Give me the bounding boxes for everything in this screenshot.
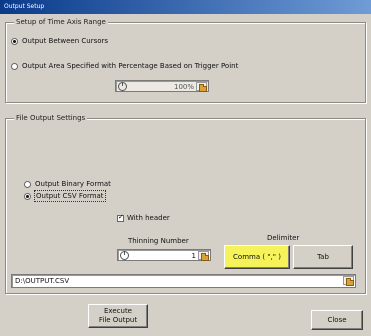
keypad-icon[interactable] xyxy=(198,251,209,261)
time-axis-group: Setup of Time Axis Range Output Between … xyxy=(5,18,366,103)
with-header-checkbox[interactable]: With header xyxy=(117,213,170,223)
radio-output-between-cursors-label: Output Between Cursors xyxy=(22,37,109,45)
execute-line1: Execute xyxy=(104,307,132,315)
radio-output-csv-label: Output CSV Format xyxy=(34,190,106,202)
radio-unselected-icon xyxy=(24,180,31,188)
output-path-field[interactable]: D:\OUTPUT.CSV xyxy=(11,274,356,288)
thinning-number-field[interactable]: 1 xyxy=(117,249,211,261)
keypad-icon[interactable] xyxy=(196,82,207,92)
radio-output-between-cursors[interactable]: Output Between Cursors xyxy=(11,36,108,46)
radio-output-trigger-percentage-label: Output Area Specified with Percentage Ba… xyxy=(22,62,239,70)
output-path-value: D:\OUTPUT.CSV xyxy=(15,277,70,285)
with-header-label: With header xyxy=(127,214,170,222)
radio-output-binary-label: Output Binary Format xyxy=(35,180,111,188)
delimiter-tab-label: Tab xyxy=(317,252,329,261)
radio-unselected-icon xyxy=(11,62,18,70)
radio-selected-icon xyxy=(24,192,31,200)
delimiter-tab-button[interactable]: Tab xyxy=(293,245,353,269)
percentage-field[interactable]: 100% xyxy=(115,80,209,92)
delimiter-comma-button[interactable]: Comma ( "," ) xyxy=(224,245,290,269)
radio-selected-icon xyxy=(11,37,18,45)
percentage-value: 100% xyxy=(173,83,194,91)
time-axis-group-label: Setup of Time Axis Range xyxy=(14,18,108,27)
delimiter-label: Delimiter xyxy=(267,234,300,242)
window-title-bar: Output Setup xyxy=(0,0,371,14)
close-button[interactable]: Close xyxy=(311,310,363,330)
execute-file-output-button[interactable]: Execute File Output xyxy=(88,304,148,328)
file-output-group-label: File Output Settings xyxy=(14,114,88,123)
radio-output-binary-format[interactable]: Output Binary Format xyxy=(24,179,111,189)
thinning-number-value: 1 xyxy=(191,252,196,260)
window-title: Output Setup xyxy=(4,3,45,10)
radio-output-csv-format[interactable]: Output CSV Format xyxy=(24,190,106,202)
radio-output-trigger-percentage[interactable]: Output Area Specified with Percentage Ba… xyxy=(11,61,238,71)
checkbox-checked-icon xyxy=(117,213,124,222)
browse-folder-icon[interactable] xyxy=(343,276,354,286)
output-setup-dialog: Setup of Time Axis Range Output Between … xyxy=(0,14,371,336)
execute-line2: File Output xyxy=(98,316,138,324)
thinning-number-label: Thinning Number xyxy=(128,237,189,245)
jog-dial-icon[interactable] xyxy=(118,82,127,91)
file-output-group: File Output Settings Output Binary Forma… xyxy=(5,114,366,294)
close-label: Close xyxy=(327,315,347,324)
delimiter-comma-label: Comma ( "," ) xyxy=(233,252,281,261)
jog-dial-icon[interactable] xyxy=(120,251,129,260)
